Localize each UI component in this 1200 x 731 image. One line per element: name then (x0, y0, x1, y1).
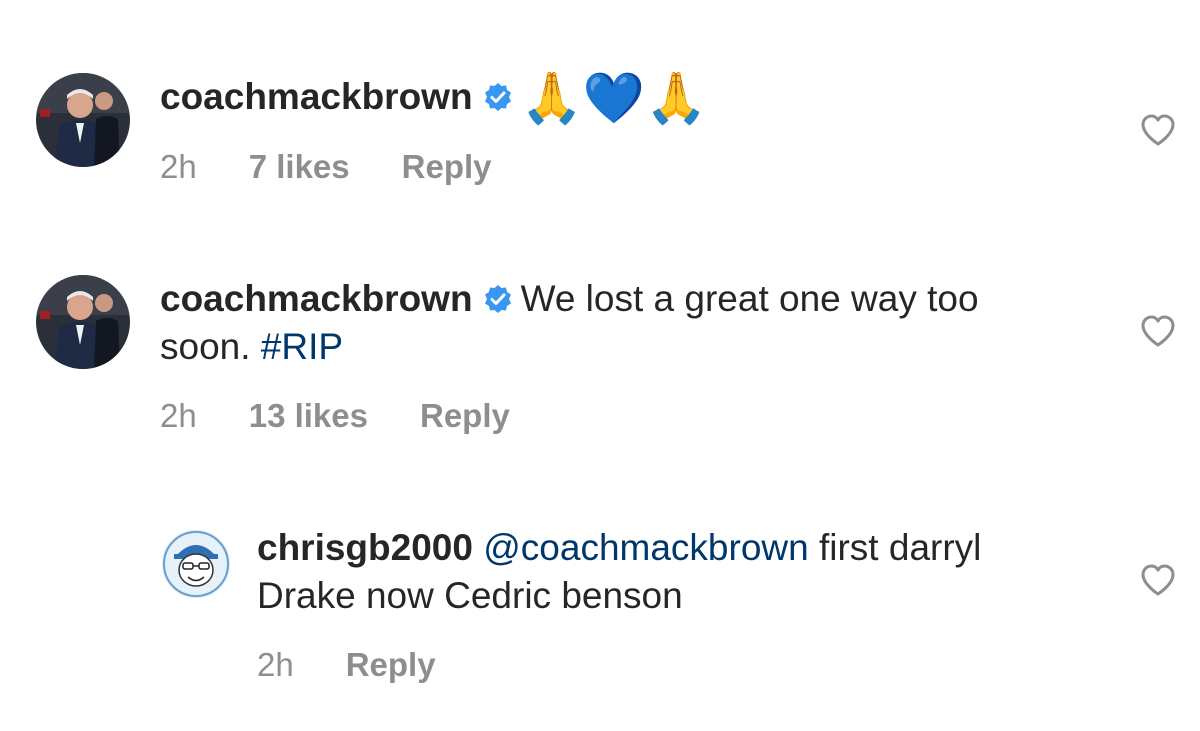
timestamp: 2h (257, 646, 294, 683)
reply-button[interactable]: Reply (346, 646, 436, 684)
username[interactable]: chrisgb2000 (257, 527, 473, 568)
username[interactable]: coachmackbrown (160, 278, 473, 319)
emoji-text: 🙏💙🙏 (520, 69, 708, 127)
username[interactable]: coachmackbrown (160, 76, 473, 117)
heart-icon[interactable] (1140, 314, 1176, 348)
hashtag-link[interactable]: #RIP (261, 326, 343, 367)
comment-meta: 2h 7 likes Reply (160, 148, 492, 186)
reply-button[interactable]: Reply (420, 397, 510, 435)
timestamp: 2h (160, 148, 197, 185)
heart-icon[interactable] (1140, 113, 1176, 147)
comment-text: chrisgb2000 @coachmackbrown first darryl… (257, 524, 1017, 620)
likes-count[interactable]: 13 likes (249, 397, 368, 435)
avatar[interactable] (36, 275, 130, 369)
likes-count[interactable]: 7 likes (249, 148, 350, 186)
comment-meta: 2h Reply (257, 646, 436, 684)
heart-icon[interactable] (1140, 563, 1176, 597)
verified-badge-icon (483, 76, 513, 111)
reply-button[interactable]: Reply (402, 148, 492, 186)
comment-text: coachmackbrown 🙏💙🙏 (160, 73, 1040, 123)
timestamp: 2h (160, 397, 197, 434)
comment-meta: 2h 13 likes Reply (160, 397, 510, 435)
avatar[interactable] (162, 530, 230, 598)
mention-link[interactable]: @coachmackbrown (483, 527, 808, 568)
verified-badge-icon (483, 278, 513, 313)
avatar[interactable] (36, 73, 130, 167)
comment-text: coachmackbrown We lost a great one way to… (160, 275, 1040, 371)
